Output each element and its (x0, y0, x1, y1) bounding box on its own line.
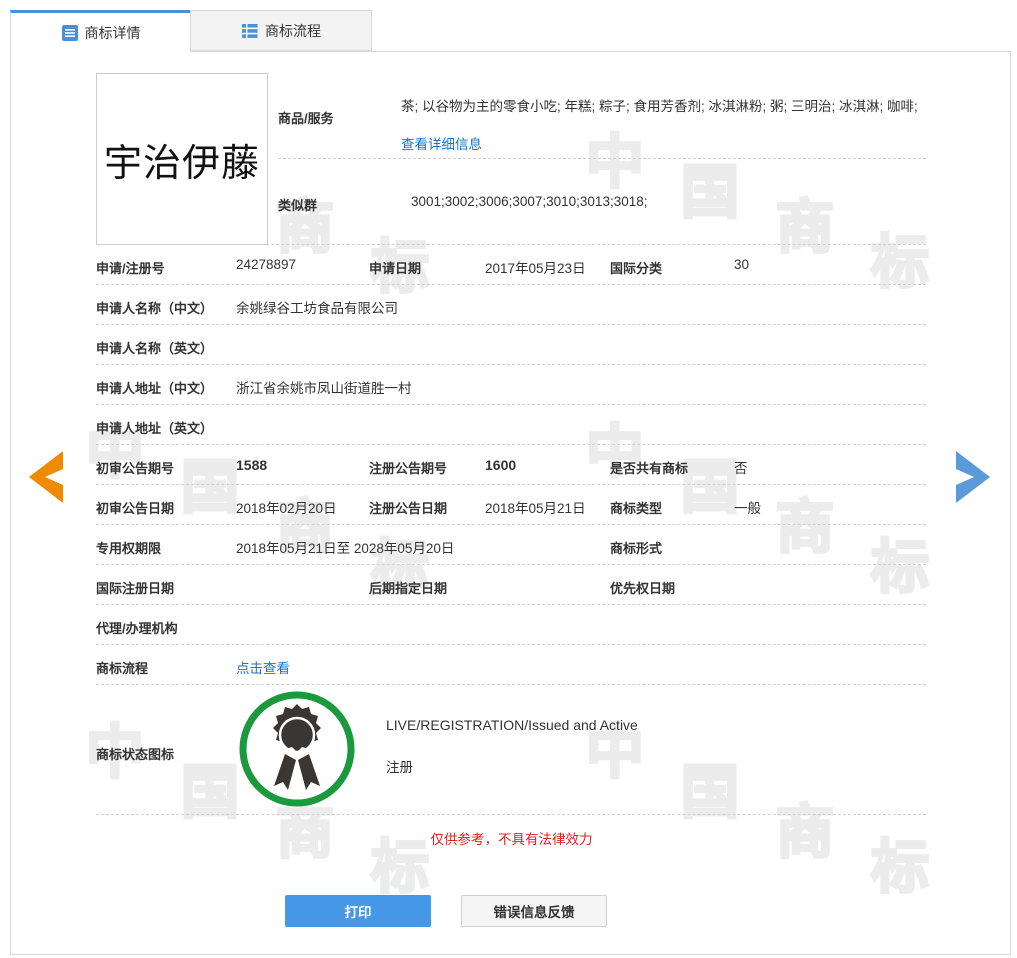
prelim-pub-date-value: 2018年02月20日 (236, 501, 337, 516)
intl-class-label: 国际分类 (610, 261, 663, 276)
divider (96, 324, 926, 325)
watermark-char: 商 (776, 193, 834, 261)
watermark-char: 标 (871, 533, 929, 601)
exclusive-period-label: 专用权期限 (96, 541, 162, 556)
document-list-icon (61, 24, 79, 42)
divider (96, 484, 926, 485)
error-feedback-button[interactable]: 错误信息反馈 (461, 895, 607, 927)
intl-class-value: 30 (734, 257, 750, 272)
tm-form-label: 商标形式 (610, 541, 663, 556)
divider (96, 524, 926, 525)
similar-group-label: 类似群 (278, 198, 318, 213)
priority-date-label: 优先权日期 (610, 581, 676, 596)
watermark-char: 国 (681, 758, 739, 826)
agency-label: 代理/办理机构 (96, 621, 178, 636)
later-designation-label: 后期指定日期 (369, 581, 448, 596)
tab-label: 商标流程 (265, 22, 321, 39)
exclusive-period-value: 2018年05月21日至 2028年05月20日 (236, 541, 455, 556)
divider (96, 284, 926, 285)
watermark-char: 国 (181, 758, 239, 826)
divider (96, 244, 926, 245)
address-cn-value: 浙江省余姚市凤山街道胜一村 (236, 381, 412, 396)
status-icon-label: 商标状态图标 (96, 747, 175, 762)
watermark-char: 商 (776, 493, 834, 561)
status-en: LIVE/REGISTRATION/Issued and Active (386, 717, 638, 733)
print-button[interactable]: 打印 (285, 895, 431, 927)
reg-pub-date-value: 2018年05月21日 (485, 501, 586, 516)
trademark-image-text: 宇治伊藤 (103, 140, 260, 185)
list-icon (241, 22, 259, 40)
apply-date-value: 2017年05月23日 (485, 261, 586, 276)
process-label: 商标流程 (96, 661, 149, 676)
tab-trademark-process[interactable]: 商标流程 (190, 10, 372, 51)
prelim-pub-no-value: 1588 (236, 457, 268, 473)
tm-type-value: 一般 (734, 501, 761, 516)
tm-type-label: 商标类型 (610, 501, 663, 516)
shared-label: 是否共有商标 (610, 461, 689, 476)
next-arrow-icon[interactable] (956, 451, 990, 503)
prelim-pub-date-label: 初审公告日期 (96, 501, 175, 516)
reg-pub-date-label: 注册公告日期 (369, 501, 448, 516)
applicant-en-label: 申请人名称（英文） (96, 341, 214, 356)
reg-no-value: 24278897 (236, 257, 297, 272)
watermark-char: 国 (181, 453, 239, 521)
address-cn-label: 申请人地址（中文） (96, 381, 214, 396)
divider (96, 814, 926, 815)
disclaimer-note: 仅供参考，不具有法律效力 (430, 832, 593, 847)
reg-pub-no-label: 注册公告期号 (369, 461, 448, 476)
prelim-pub-no-label: 初审公告期号 (96, 461, 175, 476)
similar-group-value: 3001;3002;3006;3007;3010;3013;3018; (411, 194, 648, 209)
divider (278, 158, 926, 159)
goods-services-label: 商品/服务 (278, 111, 334, 126)
shared-value: 否 (734, 461, 748, 476)
divider (96, 604, 926, 605)
divider (96, 364, 926, 365)
address-en-label: 申请人地址（英文） (96, 421, 214, 436)
divider (96, 404, 926, 405)
applicant-cn-label: 申请人名称（中文） (96, 301, 214, 316)
view-process-link[interactable]: 点击查看 (236, 657, 290, 677)
status-cn: 注册 (386, 760, 413, 775)
apply-date-label: 申请日期 (369, 261, 422, 276)
intl-reg-date-label: 国际注册日期 (96, 581, 175, 596)
watermark-char: 标 (871, 228, 929, 296)
watermark-char: 国 (681, 453, 739, 521)
trademark-image: 宇治伊藤 (96, 73, 268, 245)
tab-bar: 商标详情 商标流程 (10, 10, 372, 52)
award-ribbon-icon (239, 691, 355, 807)
divider (96, 644, 926, 645)
divider (96, 684, 926, 685)
detail-panel: 中 国 商 标 国 商 标 中 国 商 标 中 国 商 标 中 国 商 标 中 … (10, 51, 1011, 955)
watermark-char: 国 (681, 158, 739, 226)
reg-pub-no-value: 1600 (485, 457, 517, 473)
tab-trademark-detail[interactable]: 商标详情 (10, 10, 190, 52)
reg-no-label: 申请/注册号 (96, 261, 165, 276)
applicant-cn-value: 余姚绿谷工坊食品有限公司 (236, 301, 398, 316)
goods-services-value: 茶; 以谷物为主的零食小吃; 年糕; 粽子; 食用芳香剂; 冰淇淋粉; 粥; 三… (401, 88, 926, 164)
tab-label: 商标详情 (84, 24, 141, 41)
goods-services-text: 茶; 以谷物为主的零食小吃; 年糕; 粽子; 食用芳香剂; 冰淇淋粉; 粥; 三… (401, 99, 918, 114)
prev-arrow-icon[interactable] (29, 451, 63, 503)
divider (96, 444, 926, 445)
divider (96, 564, 926, 565)
view-detail-link[interactable]: 查看详细信息 (401, 137, 482, 152)
